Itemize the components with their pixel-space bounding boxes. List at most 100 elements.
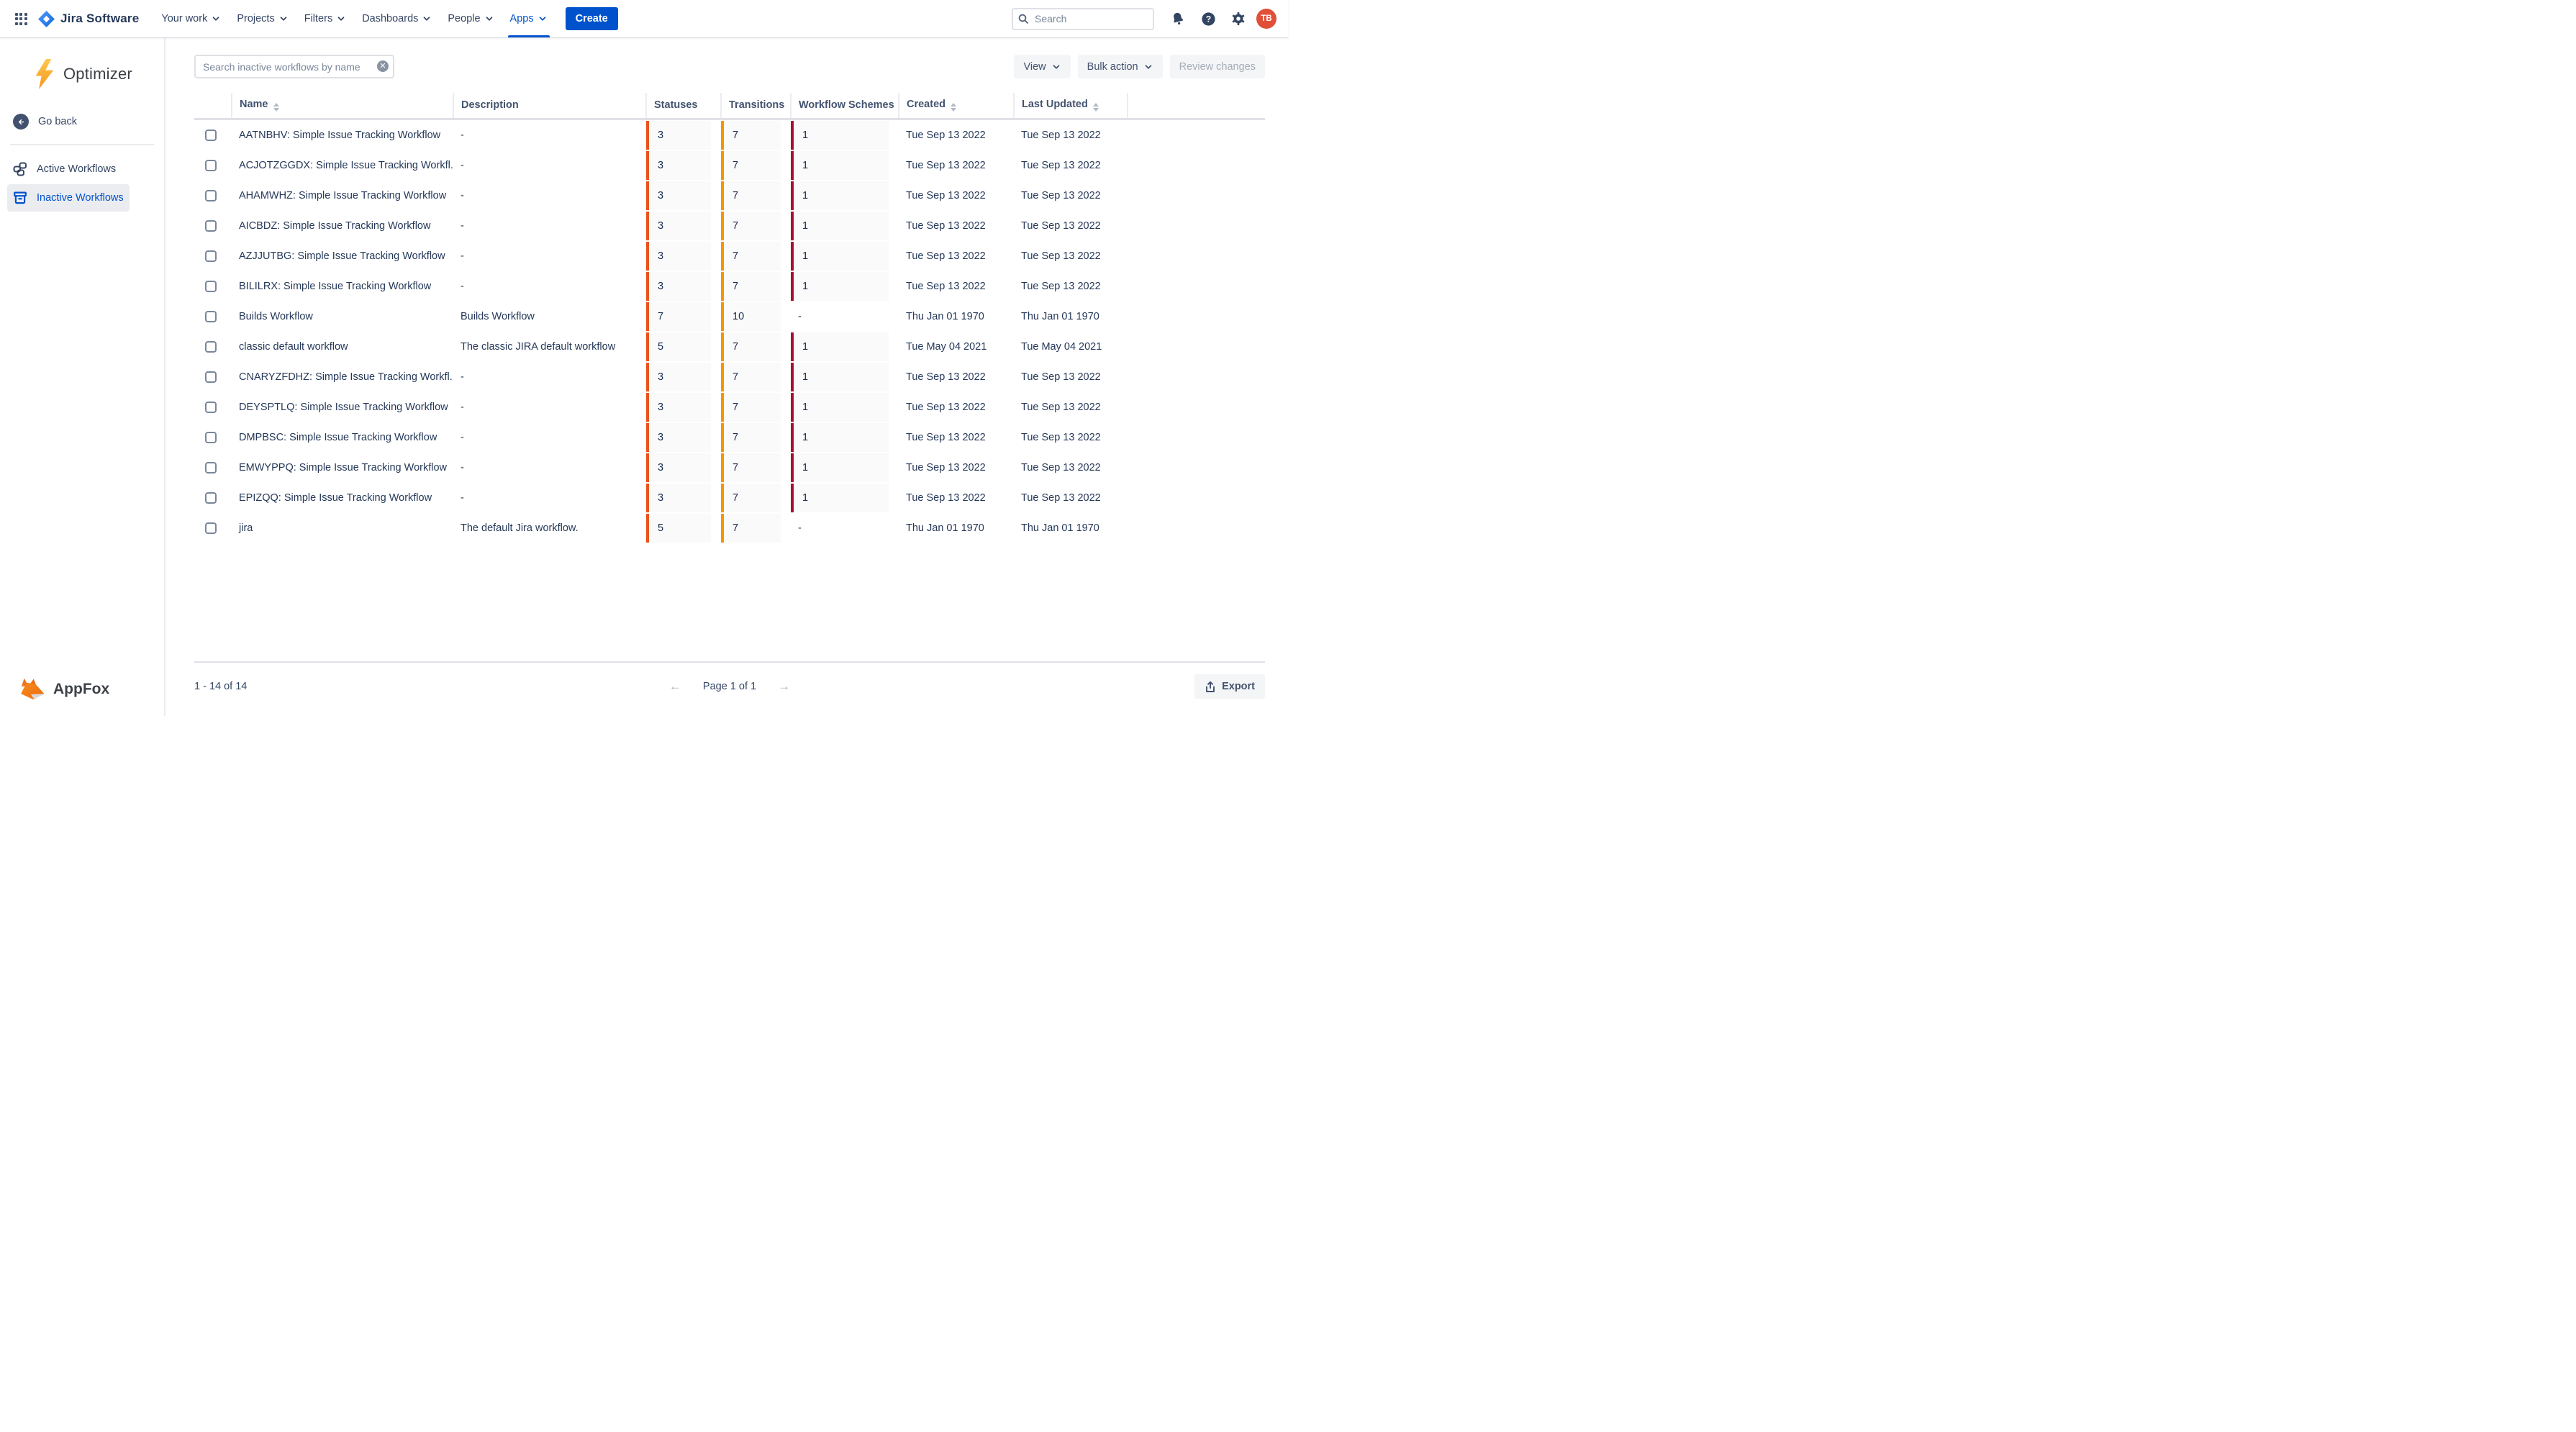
go-back-label: Go back (38, 116, 77, 127)
cell-checkbox (194, 181, 232, 211)
workflow-icon (13, 162, 27, 176)
row-checkbox[interactable] (205, 492, 217, 504)
topnav-menu: Your work Projects Filters Dashboards People… (153, 0, 555, 37)
cell-description: - (453, 181, 646, 211)
column-header-description: Description (453, 93, 646, 119)
row-checkbox[interactable] (205, 220, 217, 232)
cell-created: Tue Sep 13 2022 (899, 453, 1014, 483)
prev-page-button[interactable]: ← (669, 679, 681, 694)
cell-description: - (453, 392, 646, 422)
cell-created: Thu Jan 01 1970 (899, 513, 1014, 543)
cell-statuses: 3 (646, 119, 721, 150)
cell-name: classic default workflow (232, 332, 453, 362)
cell-statuses: 3 (646, 241, 721, 271)
table-row: EPIZQQ: Simple Issue Tracking Workflow-3… (194, 483, 1265, 513)
nav-item-projects[interactable]: Projects (229, 0, 296, 37)
cell-updated: Tue Sep 13 2022 (1014, 241, 1128, 271)
row-checkbox[interactable] (205, 462, 217, 473)
sort-icon (951, 103, 956, 112)
go-back-button[interactable]: Go back (7, 108, 157, 135)
cell-extra (1128, 181, 1265, 211)
sidebar-divider (10, 144, 154, 145)
appfox-brand-text: AppFox (53, 681, 109, 698)
row-checkbox[interactable] (205, 341, 217, 353)
nav-item-label: Filters (304, 13, 332, 24)
row-checkbox[interactable] (205, 371, 217, 383)
cell-transitions: 7 (721, 241, 791, 271)
export-button[interactable]: Export (1194, 674, 1265, 699)
app-title: Optimizer (63, 65, 132, 83)
row-checkbox[interactable] (205, 432, 217, 443)
jira-logo[interactable]: Jira Software (37, 10, 139, 28)
nav-item-label: Projects (237, 13, 274, 24)
row-checkbox[interactable] (205, 311, 217, 322)
topnav-right: ? TB (1012, 6, 1276, 31)
clear-search-icon[interactable]: ✕ (377, 60, 389, 72)
cell-schemes: - (791, 302, 899, 332)
row-checkbox[interactable] (205, 522, 217, 534)
table-row: AZJJUTBG: Simple Issue Tracking Workflow… (194, 241, 1265, 271)
row-checkbox[interactable] (205, 190, 217, 201)
cell-checkbox (194, 302, 232, 332)
sidebar-item-active-workflows[interactable]: Active Workflows (7, 155, 122, 183)
cell-description: - (453, 362, 646, 392)
cell-schemes: 1 (791, 453, 899, 483)
user-avatar[interactable]: TB (1256, 9, 1276, 29)
row-checkbox[interactable] (205, 250, 217, 262)
search-icon (1017, 13, 1029, 24)
cell-updated: Thu Jan 01 1970 (1014, 513, 1128, 543)
view-button-label: View (1023, 61, 1046, 73)
nav-item-people[interactable]: People (440, 0, 502, 37)
notifications-button[interactable] (1166, 6, 1190, 31)
row-checkbox[interactable] (205, 130, 217, 141)
nav-item-dashboards[interactable]: Dashboards (354, 0, 440, 37)
cell-description: The default Jira workflow. (453, 513, 646, 543)
cell-name: jira (232, 513, 453, 543)
cell-name: AZJJUTBG: Simple Issue Tracking Workflow (232, 241, 453, 271)
cell-checkbox (194, 119, 232, 150)
cell-extra (1128, 271, 1265, 302)
column-header-label: Workflow Schemes (799, 99, 894, 111)
row-checkbox[interactable] (205, 402, 217, 413)
table-row: DMPBSC: Simple Issue Tracking Workflow-3… (194, 422, 1265, 453)
cell-extra (1128, 119, 1265, 150)
cell-description: - (453, 119, 646, 150)
cell-schemes: 1 (791, 119, 899, 150)
nav-item-apps[interactable]: Apps (502, 0, 555, 37)
column-header-created[interactable]: Created (899, 93, 1014, 119)
cell-description: The classic JIRA default workflow (453, 332, 646, 362)
cell-schemes: 1 (791, 332, 899, 362)
back-arrow-icon (13, 114, 29, 130)
create-button[interactable]: Create (566, 7, 618, 30)
workflow-table-container: NameDescriptionStatusesTransitionsWorkfl… (194, 93, 1265, 543)
nav-item-filters[interactable]: Filters (296, 0, 354, 37)
row-checkbox[interactable] (205, 160, 217, 171)
column-header-name[interactable]: Name (232, 93, 453, 119)
table-row: classic default workflowThe classic JIRA… (194, 332, 1265, 362)
nav-item-label: Dashboards (362, 13, 418, 24)
chevron-down-icon (336, 14, 346, 24)
cell-extra (1128, 453, 1265, 483)
view-button[interactable]: View (1014, 55, 1070, 78)
cell-checkbox (194, 513, 232, 543)
next-page-button[interactable]: → (778, 679, 790, 694)
bulk-action-button[interactable]: Bulk action (1078, 55, 1163, 78)
workflow-search-input[interactable] (194, 55, 394, 78)
help-button[interactable]: ? (1196, 6, 1220, 31)
cell-description: - (453, 483, 646, 513)
row-checkbox[interactable] (205, 281, 217, 292)
sidebar-item-inactive-workflows[interactable]: Inactive Workflows (7, 184, 130, 212)
cell-extra (1128, 150, 1265, 181)
export-button-label: Export (1222, 681, 1255, 692)
cell-schemes: 1 (791, 362, 899, 392)
cell-extra (1128, 392, 1265, 422)
nav-item-your-work[interactable]: Your work (153, 0, 229, 37)
settings-button[interactable] (1226, 6, 1251, 31)
column-header-last-updated[interactable]: Last Updated (1014, 93, 1128, 119)
global-search-input[interactable] (1012, 8, 1154, 30)
table-row: Builds WorkflowBuilds Workflow710-Thu Ja… (194, 302, 1265, 332)
cell-schemes: 1 (791, 181, 899, 211)
sidebar: Optimizer Go back Active WorkflowsInacti… (0, 37, 165, 716)
review-changes-button[interactable]: Review changes (1170, 55, 1265, 78)
app-switcher-button[interactable] (9, 6, 33, 31)
